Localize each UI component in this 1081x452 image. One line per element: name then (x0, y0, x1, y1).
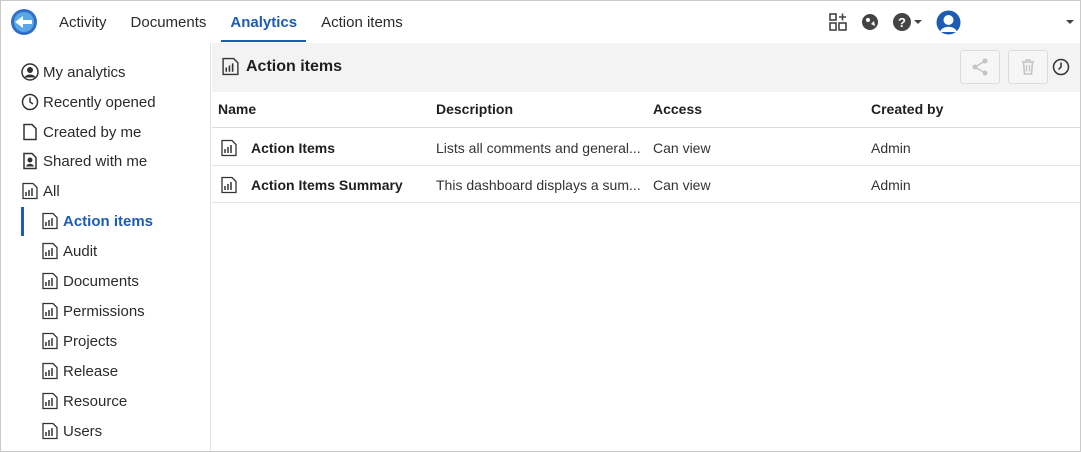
top-navigation-bar: Activity Documents Analytics Action item… (1, 1, 1080, 43)
tab-action-items[interactable]: Action items (309, 1, 415, 43)
sidebar-item-label: My analytics (43, 63, 126, 81)
analytics-report-icon (221, 139, 237, 157)
share-icon (972, 58, 988, 76)
sidebar-item-label: Projects (63, 332, 118, 350)
row-access: Can view (653, 140, 711, 156)
analytics-report-icon (42, 302, 58, 320)
shared-user-icon (23, 152, 37, 170)
sidebar-item-label: Release (63, 362, 119, 380)
trash-icon (1022, 59, 1034, 75)
app-logo-icon[interactable] (10, 8, 38, 36)
row-created-by: Admin (871, 177, 911, 193)
sidebar-item-projects[interactable]: Projects (41, 328, 117, 354)
app-window: Activity Documents Analytics Action item… (0, 0, 1081, 452)
column-header-name[interactable]: Name (218, 101, 256, 117)
analytics-report-icon (42, 362, 58, 380)
sidebar-item-documents[interactable]: Documents (41, 268, 139, 294)
column-header-access[interactable]: Access (653, 101, 702, 117)
row-description: This dashboard displays a sum... (436, 177, 641, 193)
sidebar-item-label: Action items (63, 212, 154, 230)
sidebar-item-release[interactable]: Release (41, 358, 118, 384)
svg-text:?: ? (898, 15, 906, 30)
analytics-report-icon (22, 182, 38, 200)
sidebar-item-label: Resource (63, 392, 128, 410)
column-header-description[interactable]: Description (436, 101, 513, 117)
tab-analytics[interactable]: Analytics (218, 1, 309, 43)
analytics-report-icon (42, 392, 58, 410)
clock-icon (21, 93, 39, 111)
analytics-report-icon (42, 272, 58, 290)
row-description: Lists all comments and general... (436, 140, 641, 156)
sidebar-item-label: Audit (63, 242, 98, 260)
chevron-down-icon[interactable] (1065, 17, 1075, 27)
table-row[interactable]: Action Items Summary This dashboard disp… (212, 166, 1080, 203)
table-header: Name Description Access Created by (212, 92, 1080, 128)
row-created-by: Admin (871, 140, 911, 156)
page-title: Action items (246, 58, 343, 75)
sidebar-item-label: Recently opened (43, 93, 156, 111)
tab-documents[interactable]: Documents (119, 1, 219, 43)
main-tabs: Activity Documents Analytics Action item… (47, 1, 415, 43)
sidebar-item-label: Permissions (63, 302, 145, 320)
sidebar-active-indicator (21, 207, 24, 236)
sidebar-item-created-by-me[interactable]: Created by me (21, 119, 141, 145)
analytics-report-icon (42, 212, 58, 230)
row-name[interactable]: Action Items Summary (251, 177, 431, 193)
sidebar-item-all[interactable]: All (21, 178, 60, 204)
user-circle-icon (21, 63, 39, 81)
sidebar-item-resource[interactable]: Resource (41, 388, 127, 414)
analytics-report-icon (42, 422, 58, 440)
page-header: Action items (212, 43, 1080, 92)
row-name[interactable]: Action Items (251, 140, 431, 156)
analytics-report-icon (222, 57, 239, 76)
document-icon (23, 123, 37, 141)
share-button[interactable] (960, 50, 1000, 84)
sidebar-item-permissions[interactable]: Permissions (41, 298, 145, 324)
sidebar-item-audit[interactable]: Audit (41, 238, 97, 264)
sidebar-item-label: Users (63, 422, 103, 440)
user-avatar-icon[interactable] (936, 10, 961, 35)
main-panel: Action items Name Description Access Cre… (212, 43, 1080, 451)
analytics-report-icon (221, 176, 237, 194)
delete-button[interactable] (1008, 50, 1048, 84)
help-chevron-down-icon[interactable] (913, 17, 923, 27)
sidebar-item-label: Documents (63, 272, 139, 290)
sidebar-item-users[interactable]: Users (41, 418, 102, 444)
sidebar-item-my-analytics[interactable]: My analytics (21, 59, 126, 85)
help-icon[interactable]: ? (892, 12, 912, 32)
sidebar-item-label: All (43, 182, 60, 200)
sidebar-item-recently-opened[interactable]: Recently opened (21, 89, 156, 115)
row-access: Can view (653, 177, 711, 193)
app-store-icon[interactable] (828, 12, 848, 32)
analytics-report-icon (42, 332, 58, 350)
column-header-created-by[interactable]: Created by (871, 101, 943, 117)
history-icon[interactable] (1052, 58, 1070, 76)
tab-activity[interactable]: Activity (47, 1, 119, 43)
sidebar: My analytics Recently opened Created by … (1, 43, 211, 451)
table-row[interactable]: Action Items Lists all comments and gene… (212, 129, 1080, 166)
sidebar-item-label: Created by me (43, 123, 142, 141)
sidebar-item-shared-with-me[interactable]: Shared with me (21, 148, 147, 174)
analytics-report-icon (42, 242, 58, 260)
sidebar-item-label: Shared with me (43, 152, 148, 170)
sidebar-item-action-items[interactable]: Action items (41, 208, 153, 234)
learning-center-icon[interactable] (860, 12, 880, 32)
